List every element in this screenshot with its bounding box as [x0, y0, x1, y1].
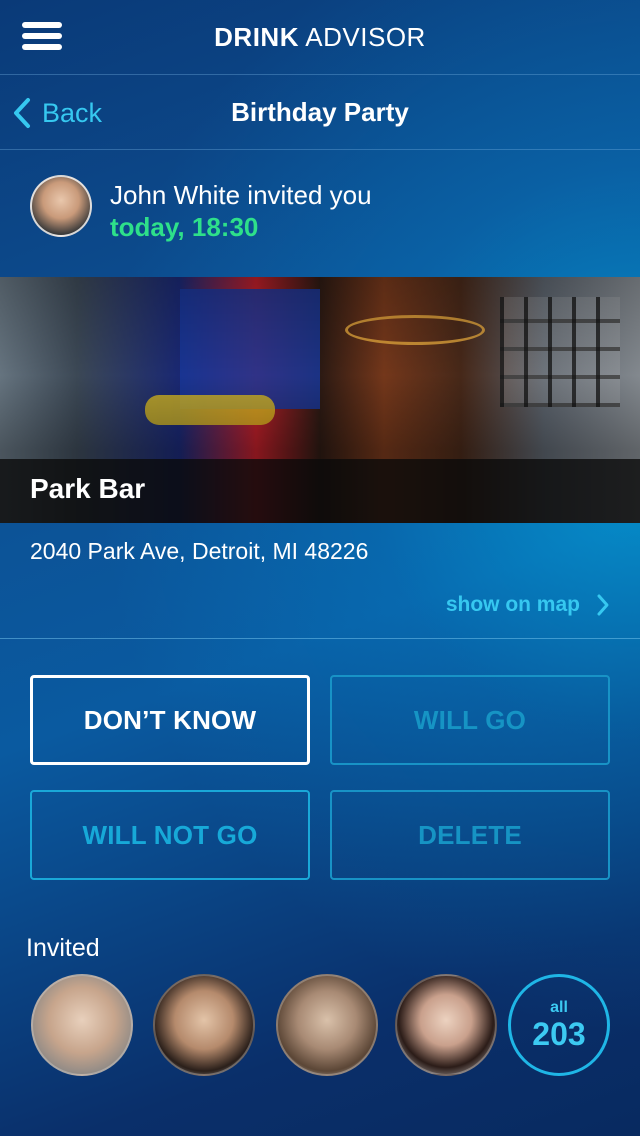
- venue-address: 2040 Park Ave, Detroit, MI 48226: [30, 538, 369, 564]
- all-invited-button[interactable]: all 203: [508, 974, 610, 1076]
- inviter-avatar[interactable]: [30, 175, 92, 237]
- invite-info: John White invited you today, 18:30: [0, 150, 640, 277]
- top-bar: DRINK ADVISOR: [0, 0, 640, 75]
- invited-avatar[interactable]: [31, 974, 133, 1076]
- chevron-right-icon: [597, 594, 609, 616]
- venue-name-bar: Park Bar: [0, 459, 640, 523]
- invited-label: Invited: [26, 934, 100, 962]
- all-label: all: [550, 999, 568, 1016]
- brand-bold: DRINK: [214, 22, 299, 52]
- app-brand: DRINK ADVISOR: [0, 22, 640, 53]
- invite-time: today, 18:30: [110, 212, 259, 242]
- invited-count: 203: [532, 1016, 586, 1052]
- show-on-map-label: show on map: [445, 593, 580, 616]
- venue-photo[interactable]: Park Bar: [0, 277, 640, 523]
- brand-light: ADVISOR: [305, 22, 426, 52]
- dont-know-button[interactable]: DON’T KNOW: [30, 675, 310, 765]
- section-divider: [0, 638, 640, 639]
- invited-avatar[interactable]: [153, 974, 255, 1076]
- invite-text: John White invited you: [110, 180, 372, 210]
- invited-avatar[interactable]: [276, 974, 378, 1076]
- page-title: Birthday Party: [231, 97, 409, 127]
- show-on-map-link[interactable]: show on map: [446, 593, 610, 617]
- invited-avatar[interactable]: [395, 974, 497, 1076]
- delete-button[interactable]: DELETE: [330, 790, 610, 880]
- will-not-go-button[interactable]: WILL NOT GO: [30, 790, 310, 880]
- nav-bar: Back Birthday Party: [0, 75, 640, 150]
- will-go-button[interactable]: WILL GO: [330, 675, 610, 765]
- venue-name: Park Bar: [30, 473, 146, 504]
